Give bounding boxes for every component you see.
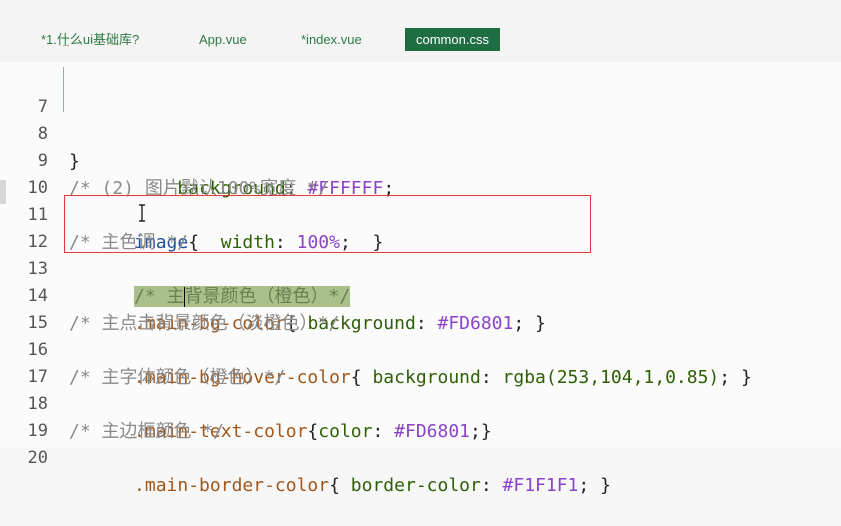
code-line-15[interactable]: 15 .main-bg-hover-color{ background: rgb… xyxy=(0,283,841,388)
code-line-16[interactable]: 16 /* 主字体颜色（橙色）*/ xyxy=(0,310,841,388)
code-line-19[interactable]: 19 .main-border-color{ border-color: #F1… xyxy=(0,391,841,496)
tab-common-css[interactable]: common.css xyxy=(405,28,500,51)
code-line-9[interactable]: 9 /* (2) 图片默认100%宽度 */ xyxy=(0,121,841,199)
fold-end xyxy=(63,45,69,46)
code-line-18[interactable]: 18 /* 主边框颜色 */ xyxy=(0,364,841,442)
tab-index-vue[interactable]: *index.vue xyxy=(301,28,362,51)
code-editor[interactable]: 7 background: #FFFFFF; 8 } 9 /* (2) 图片默认… xyxy=(0,45,841,496)
code-line-20[interactable]: 20 xyxy=(0,418,841,468)
tab-app-vue[interactable]: App.vue xyxy=(199,28,247,51)
text-cursor-icon xyxy=(139,204,145,222)
code-line-10[interactable]: 10 image{ width: 100%; } xyxy=(0,148,841,253)
line-number: 20 xyxy=(27,448,48,468)
code-line-8[interactable]: 8 } xyxy=(0,94,841,172)
code-line-14[interactable]: 14 /* 主点击背景颜色（淡橙色）*/ xyxy=(0,256,841,334)
code-line-7[interactable]: 7 background: #FFFFFF; xyxy=(0,67,841,199)
editor-tab-bar: *1.什么ui基础库? App.vue *index.vue common.cs… xyxy=(0,0,841,62)
code-line-17[interactable]: 17 .main-text-color{color: #FD6801;} xyxy=(0,337,841,442)
tab-what-ui-library[interactable]: *1.什么ui基础库? xyxy=(41,28,139,51)
